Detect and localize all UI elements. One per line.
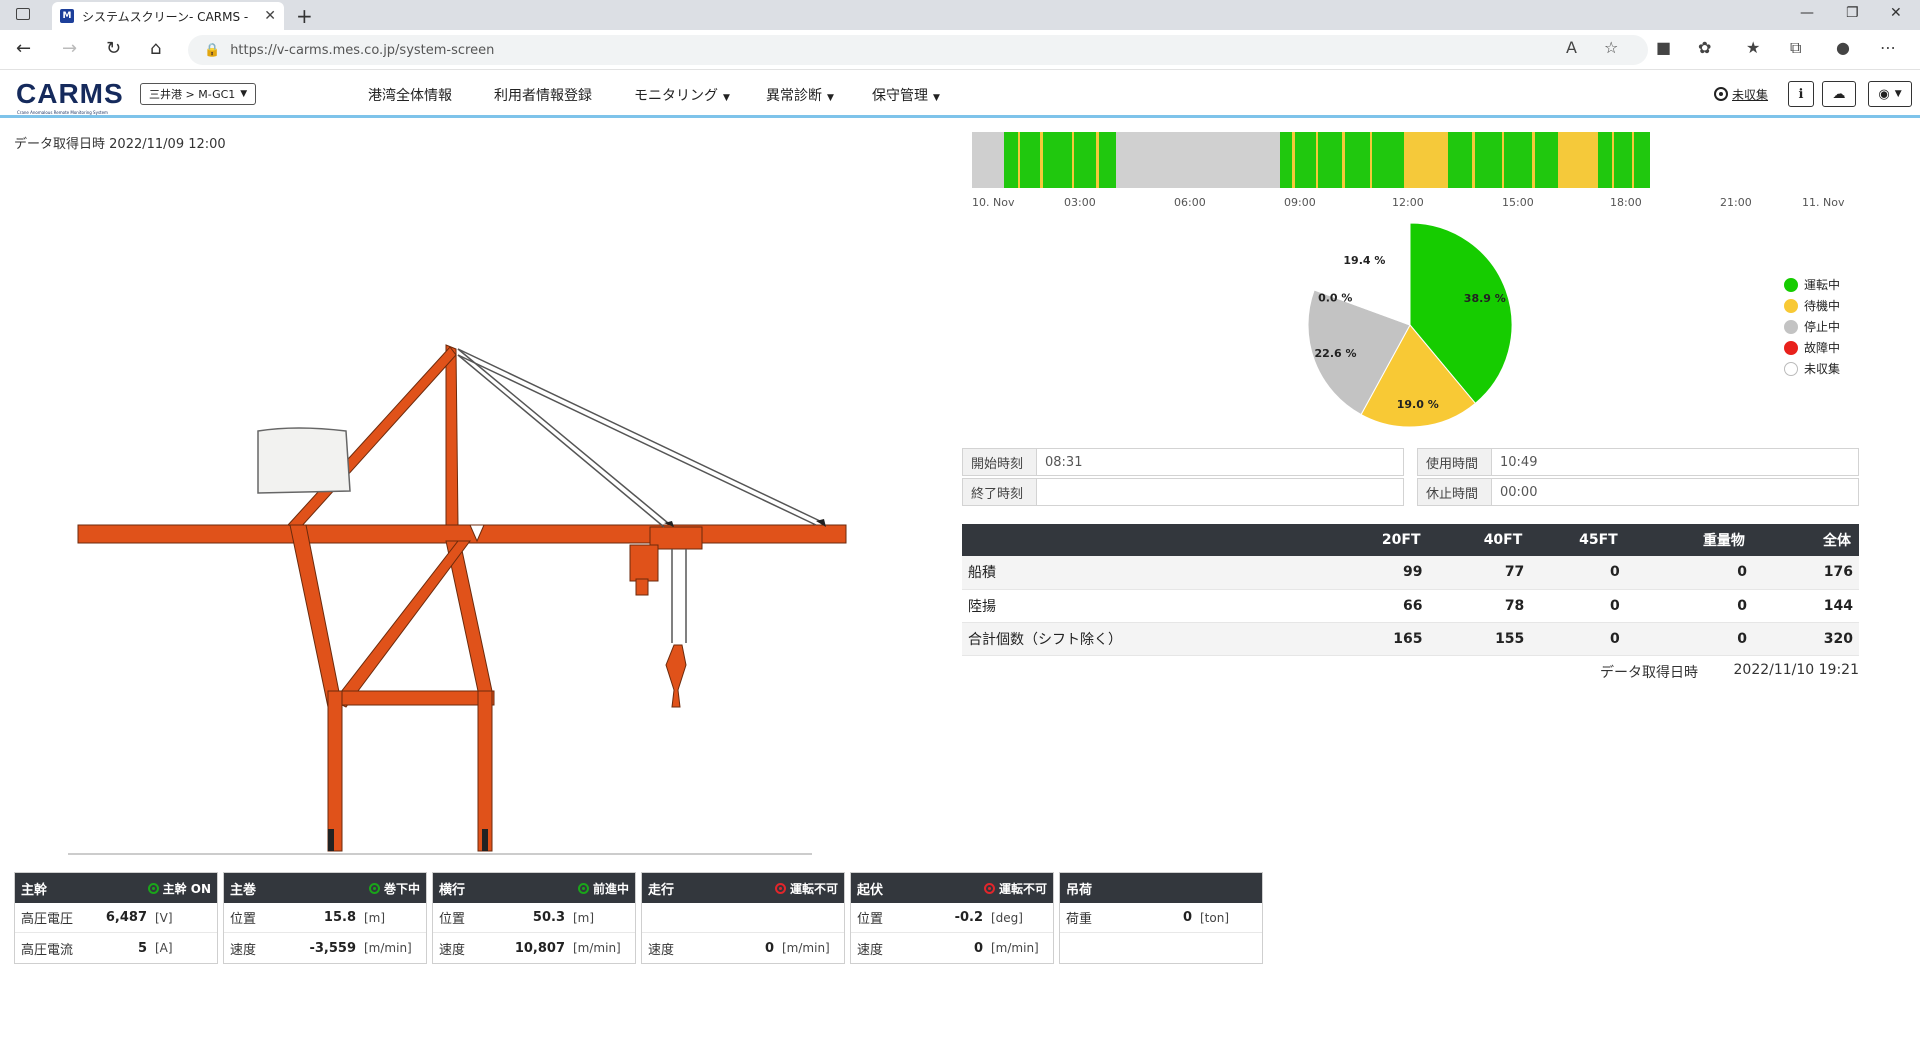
timeline-tick: 11. Nov [1802,196,1845,209]
use-time-field: 使用時間 10:49 [1417,448,1859,476]
pie-legend: 運転中 待機中 停止中 故障中 未収集 [1784,274,1840,379]
table-row: 陸揚 66 78 0 0 144 [962,589,1859,623]
start-time-field: 開始時刻 08:31 [962,448,1404,476]
more-icon[interactable]: ⋯ [1880,38,1896,57]
lock-icon: 🔒 [204,42,221,58]
chevron-down-icon: ▼ [933,93,940,103]
status-error-icon [983,882,995,894]
add-favorite-icon[interactable]: ☆ [1604,38,1618,57]
minimize-icon[interactable]: — [1800,5,1814,21]
carms-logo[interactable]: CARMS [16,78,124,110]
browser-tab[interactable]: M システムスクリーン- CARMS - ✕ [52,2,284,30]
table-header-row: 20FT 40FT 45FT 重量物 全体 [962,524,1859,556]
status-ok-icon [368,882,380,894]
timeline-tick: 18:00 [1610,196,1642,209]
status-card-main-hoist: 主巻 巻下中 位置 15.8 [m] 速度 -3,559 [m/min] [223,872,427,964]
back-icon[interactable]: ← [16,38,31,59]
chevron-down-icon: ▼ [723,93,730,103]
extension-s-icon[interactable]: ■ [1656,38,1671,57]
use-time-value: 10:49 [1500,454,1538,470]
timeline-tick: 21:00 [1720,196,1752,209]
app-header: CARMS Crane Anomalous Remote Monitoring … [0,71,1920,118]
read-aloud-icon[interactable]: A [1566,38,1577,57]
status-card-travel: 走行 運転不可 速度 0 [m/min] [641,872,845,964]
timeline-tick: 06:00 [1174,196,1206,209]
status-ok-icon [577,882,589,894]
timeline-tick: 03:00 [1064,196,1096,209]
pie-slice-label: 19.0 % [1397,398,1439,411]
tab-title: システムスクリーン- CARMS - [82,9,249,24]
legend-item[interactable]: 運転中 [1784,274,1840,295]
status-card-luffing: 起伏 運転不可 位置 -0.2 [deg] 速度 0 [m/min] [850,872,1054,964]
url-text: https://v-carms.mes.co.jp/system-screen [230,42,495,58]
status-timeline [972,132,1848,188]
container-count-table: 20FT 40FT 45FT 重量物 全体 船積 99 77 0 0 176 陸揚 66 78… [962,524,1859,656]
pie-svg: 38.9 % 19.0 % 22.6 % 0.0 % 19.4 % [1307,222,1513,428]
uncollected-status[interactable]: 未収集 [1714,81,1768,107]
forward-icon[interactable]: → [62,38,77,59]
end-time-value [1037,479,1403,505]
table-row: 合計個数（シフト除く） 165 155 0 0 320 [962,622,1859,656]
menu-maintenance[interactable]: 保守管理 ▼ [872,85,940,105]
chevron-down-icon: ▼ [240,89,248,99]
new-tab-icon[interactable]: + [296,4,313,28]
logo-subtitle: Crane Anomalous Remote Monitoring System [17,110,108,115]
browser-toolbar: ← → ↻ ⌂ 🔒 https://v-carms.mes.co.jp/syst… [0,30,1920,70]
status-card-traverse: 横行 前進中 位置 50.3 [m] 速度 10,807 [m/min] [432,872,636,964]
crane-illustration [68,344,847,855]
pie-slice-label: 38.9 % [1464,292,1506,305]
info-icon[interactable]: ℹ [1788,81,1814,107]
address-bar[interactable]: 🔒 https://v-carms.mes.co.jp/system-scree… [188,35,1648,65]
pie-slice-label: 19.4 % [1343,254,1385,267]
home-icon[interactable]: ⌂ [150,38,161,59]
timeline-tick: 09:00 [1284,196,1316,209]
legend-item[interactable]: 停止中 [1784,316,1840,337]
uncollected-label: 未収集 [1732,87,1769,102]
favorites-icon[interactable]: ★ [1746,38,1760,57]
data-time-left: データ取得日時 2022/11/09 12:00 [14,137,226,152]
legend-item[interactable]: 未収集 [1784,358,1840,379]
browser-tabbar: M システムスクリーン- CARMS - ✕ + — ❐ ✕ [0,0,1920,30]
data-time-right: データ取得日時 2022/11/10 19:21 [1600,662,1859,681]
start-time-value: 08:31 [1045,454,1083,470]
legend-item[interactable]: 待機中 [1784,295,1840,316]
timeline-axis: 10. Nov 03:00 06:00 09:00 12:00 15:00 18… [972,196,1848,210]
profile-icon[interactable]: ● [1836,38,1850,57]
menu-user-registration[interactable]: 利用者情報登録 [494,85,592,105]
close-tab-icon[interactable]: ✕ [264,8,276,24]
reload-icon[interactable]: ↻ [106,38,121,59]
status-error-icon [774,882,786,894]
close-window-icon[interactable]: ✕ [1890,5,1902,21]
rest-time-field: 休止時間 00:00 [1417,478,1859,506]
menu-monitoring[interactable]: モニタリング ▼ [634,85,730,105]
user-menu-icon[interactable]: ◉ ▼ [1868,81,1912,107]
table-row: 船積 99 77 0 0 176 [962,556,1859,590]
operation-pie-chart: 38.9 % 19.0 % 22.6 % 0.0 % 19.4 % [1300,220,1540,440]
pie-slice-label: 0.0 % [1318,292,1352,305]
record-icon [1714,87,1728,101]
legend-item[interactable]: 故障中 [1784,337,1840,358]
window-menu-icon[interactable] [16,8,30,20]
rest-time-value: 00:00 [1500,484,1538,500]
site-selector[interactable]: 三井港 > M-GC1 ▼ [140,83,257,105]
status-card-main-power: 主幹 主幹 ON 高圧電圧 6,487 [V] 高圧電流 5 [A] [14,872,218,964]
extensions-icon[interactable]: ✿ [1698,38,1711,57]
chevron-down-icon: ▼ [827,93,834,103]
timeline-tick: 15:00 [1502,196,1534,209]
status-card-load: 吊荷 荷重 0 [ton] [1059,872,1263,964]
site-breadcrumb: 三井港 > M-GC1 [149,88,236,101]
carms-favicon-icon: M [60,9,74,23]
restore-icon[interactable]: ❐ [1846,5,1859,21]
weather-icon[interactable]: ☁ [1822,81,1856,107]
collections-icon[interactable]: ⧉ [1790,38,1801,58]
timeline-tick: 10. Nov [972,196,1015,209]
pie-slice-label: 22.6 % [1315,347,1357,360]
status-ok-icon [147,882,159,894]
menu-anomaly-diagnosis[interactable]: 異常診断 ▼ [766,85,834,105]
timeline-tick: 12:00 [1392,196,1424,209]
end-time-field: 終了時刻 [962,478,1404,506]
menu-port-overview[interactable]: 港湾全体情報 [368,85,452,105]
